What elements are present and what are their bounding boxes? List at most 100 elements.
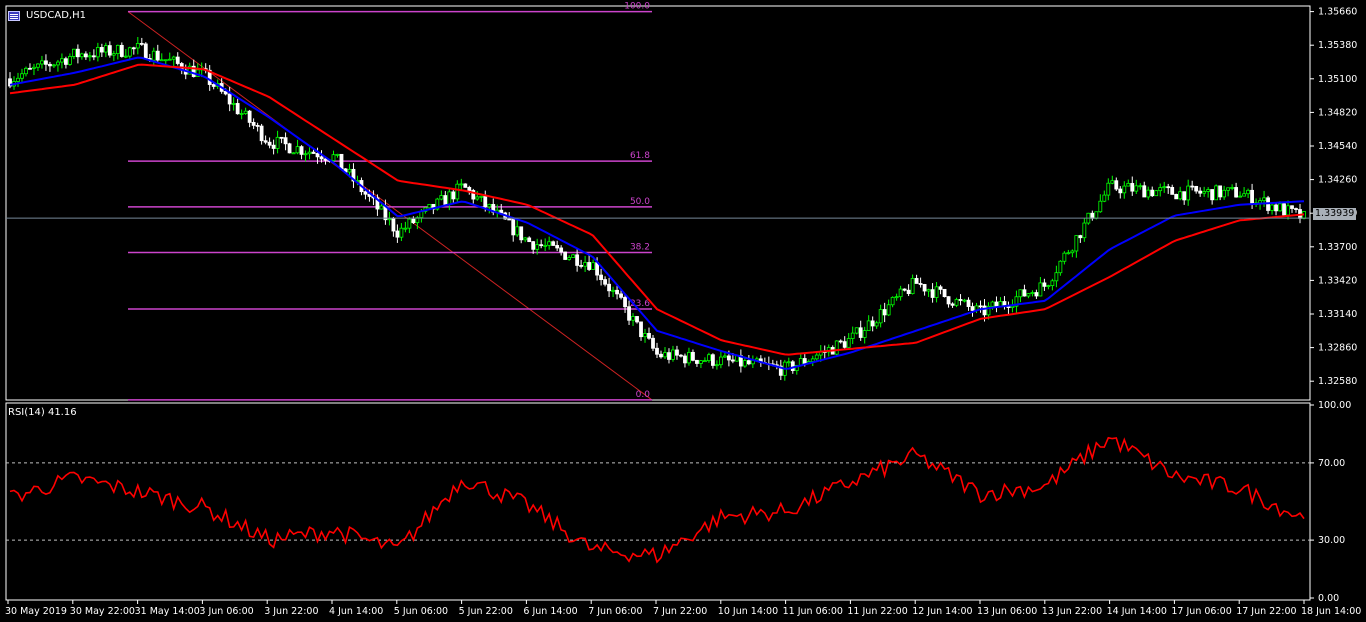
candle-body [1046,285,1051,287]
candle-body [535,244,540,250]
candle-body [810,358,815,362]
candle-body [555,245,560,249]
candle-body [990,301,995,307]
candle-body [719,356,723,366]
candle-body [1054,272,1059,282]
candle-body [746,360,751,365]
candle-body [1098,200,1103,213]
candle-body [91,55,96,58]
candle-body [882,309,887,316]
candle-body [1230,187,1235,189]
candle-body [1174,193,1179,200]
candle-body [443,195,448,206]
time-tick-label: 11 Jun 22:00 [847,606,907,617]
price-tick-label: 1.32580 [1318,376,1357,387]
candle-body [623,296,627,308]
candle-body [651,337,655,349]
moving-averages [9,56,1305,370]
candle-body [934,286,939,298]
time-tick-label: 30 May 2019 [5,606,67,617]
candle-body [243,110,248,114]
candle-body [1274,204,1278,212]
price-tick-label: 1.35100 [1318,74,1357,85]
time-axis[interactable]: 30 May 2019 30 May 22:00 31 May 14:00 3 Jun… [5,600,1361,617]
candle-body [531,241,536,250]
candle-body [667,352,671,360]
time-tick-label: 4 Jun 14:00 [329,606,383,617]
candle-body [946,296,951,305]
time-tick-label: 31 May 14:00 [135,606,200,617]
candle-body [363,191,368,195]
candle-body [175,56,180,64]
fibonacci-retracement[interactable]: 100.061.850.038.223.60.0 [127,2,653,401]
candle-body [1010,305,1015,308]
rsi-tick-label: 100.00 [1318,400,1351,411]
time-tick-label: 6 Jun 14:00 [523,606,577,617]
rsi-tick-label: 0.00 [1318,593,1339,604]
candle-body [1206,189,1211,192]
ma-slow-line [9,63,1305,356]
candle-body [850,332,855,339]
candle-body [870,320,875,327]
candle-body [559,247,564,253]
candle-body [167,58,172,61]
candle-body [1294,208,1298,210]
candle-body [407,218,412,229]
candle-body [1250,189,1254,205]
candle-body [463,183,468,188]
candle-body [687,351,691,364]
candle-body [1110,180,1115,184]
candle-body [1270,204,1274,211]
candle-body [515,226,520,236]
candle-body [295,146,300,154]
candle-body [64,58,68,65]
candle-body [131,47,136,50]
candle-body [730,359,735,362]
candle-body [926,289,931,292]
candle-body [1062,252,1067,262]
candle-body [427,203,432,209]
candle-body [583,262,588,267]
candle-body [1290,205,1294,209]
candle-body [151,50,156,61]
rsi-panel-frame [5,402,1311,601]
candle-body [1026,293,1031,297]
candle-body [231,103,236,105]
candle-body [48,63,52,67]
price-tick-label: 1.32860 [1318,343,1357,354]
candle-body [479,195,484,198]
time-tick-label: 18 Jun 14:00 [1301,606,1361,617]
candle-body [239,113,244,115]
candle-body [52,64,56,67]
candle-body [1234,187,1239,198]
candle-body [1146,189,1151,198]
fib-level-label: 38.2 [630,242,650,252]
candle-body [834,340,839,355]
candle-body [32,66,36,69]
candle-body [1082,222,1087,239]
time-tick-label: 3 Jun 22:00 [264,606,318,617]
candle-body [703,360,707,363]
candle-body [24,67,28,75]
candle-body [211,84,216,87]
candle-body [523,237,528,241]
candle-body [499,209,504,214]
rsi-indicator [6,436,1310,564]
candle-body [335,153,340,156]
candle-body [906,289,911,295]
candle-body [902,288,907,291]
price-tick-label: 1.33140 [1318,309,1357,320]
price-tick-label: 1.35660 [1318,7,1357,18]
candle-body [447,191,452,206]
candle-body [890,296,895,306]
candle-body [814,354,819,360]
candle-body [659,353,663,358]
candle-body [255,125,260,127]
candle-body [1218,185,1223,198]
candle-body [459,183,464,186]
chart-canvas[interactable]: 100.061.850.038.223.60.0 1.356601.353801… [0,0,1366,622]
candle-body [1090,212,1095,219]
candle-body [627,306,631,321]
candle-body [411,218,416,224]
candle-body [119,44,124,57]
